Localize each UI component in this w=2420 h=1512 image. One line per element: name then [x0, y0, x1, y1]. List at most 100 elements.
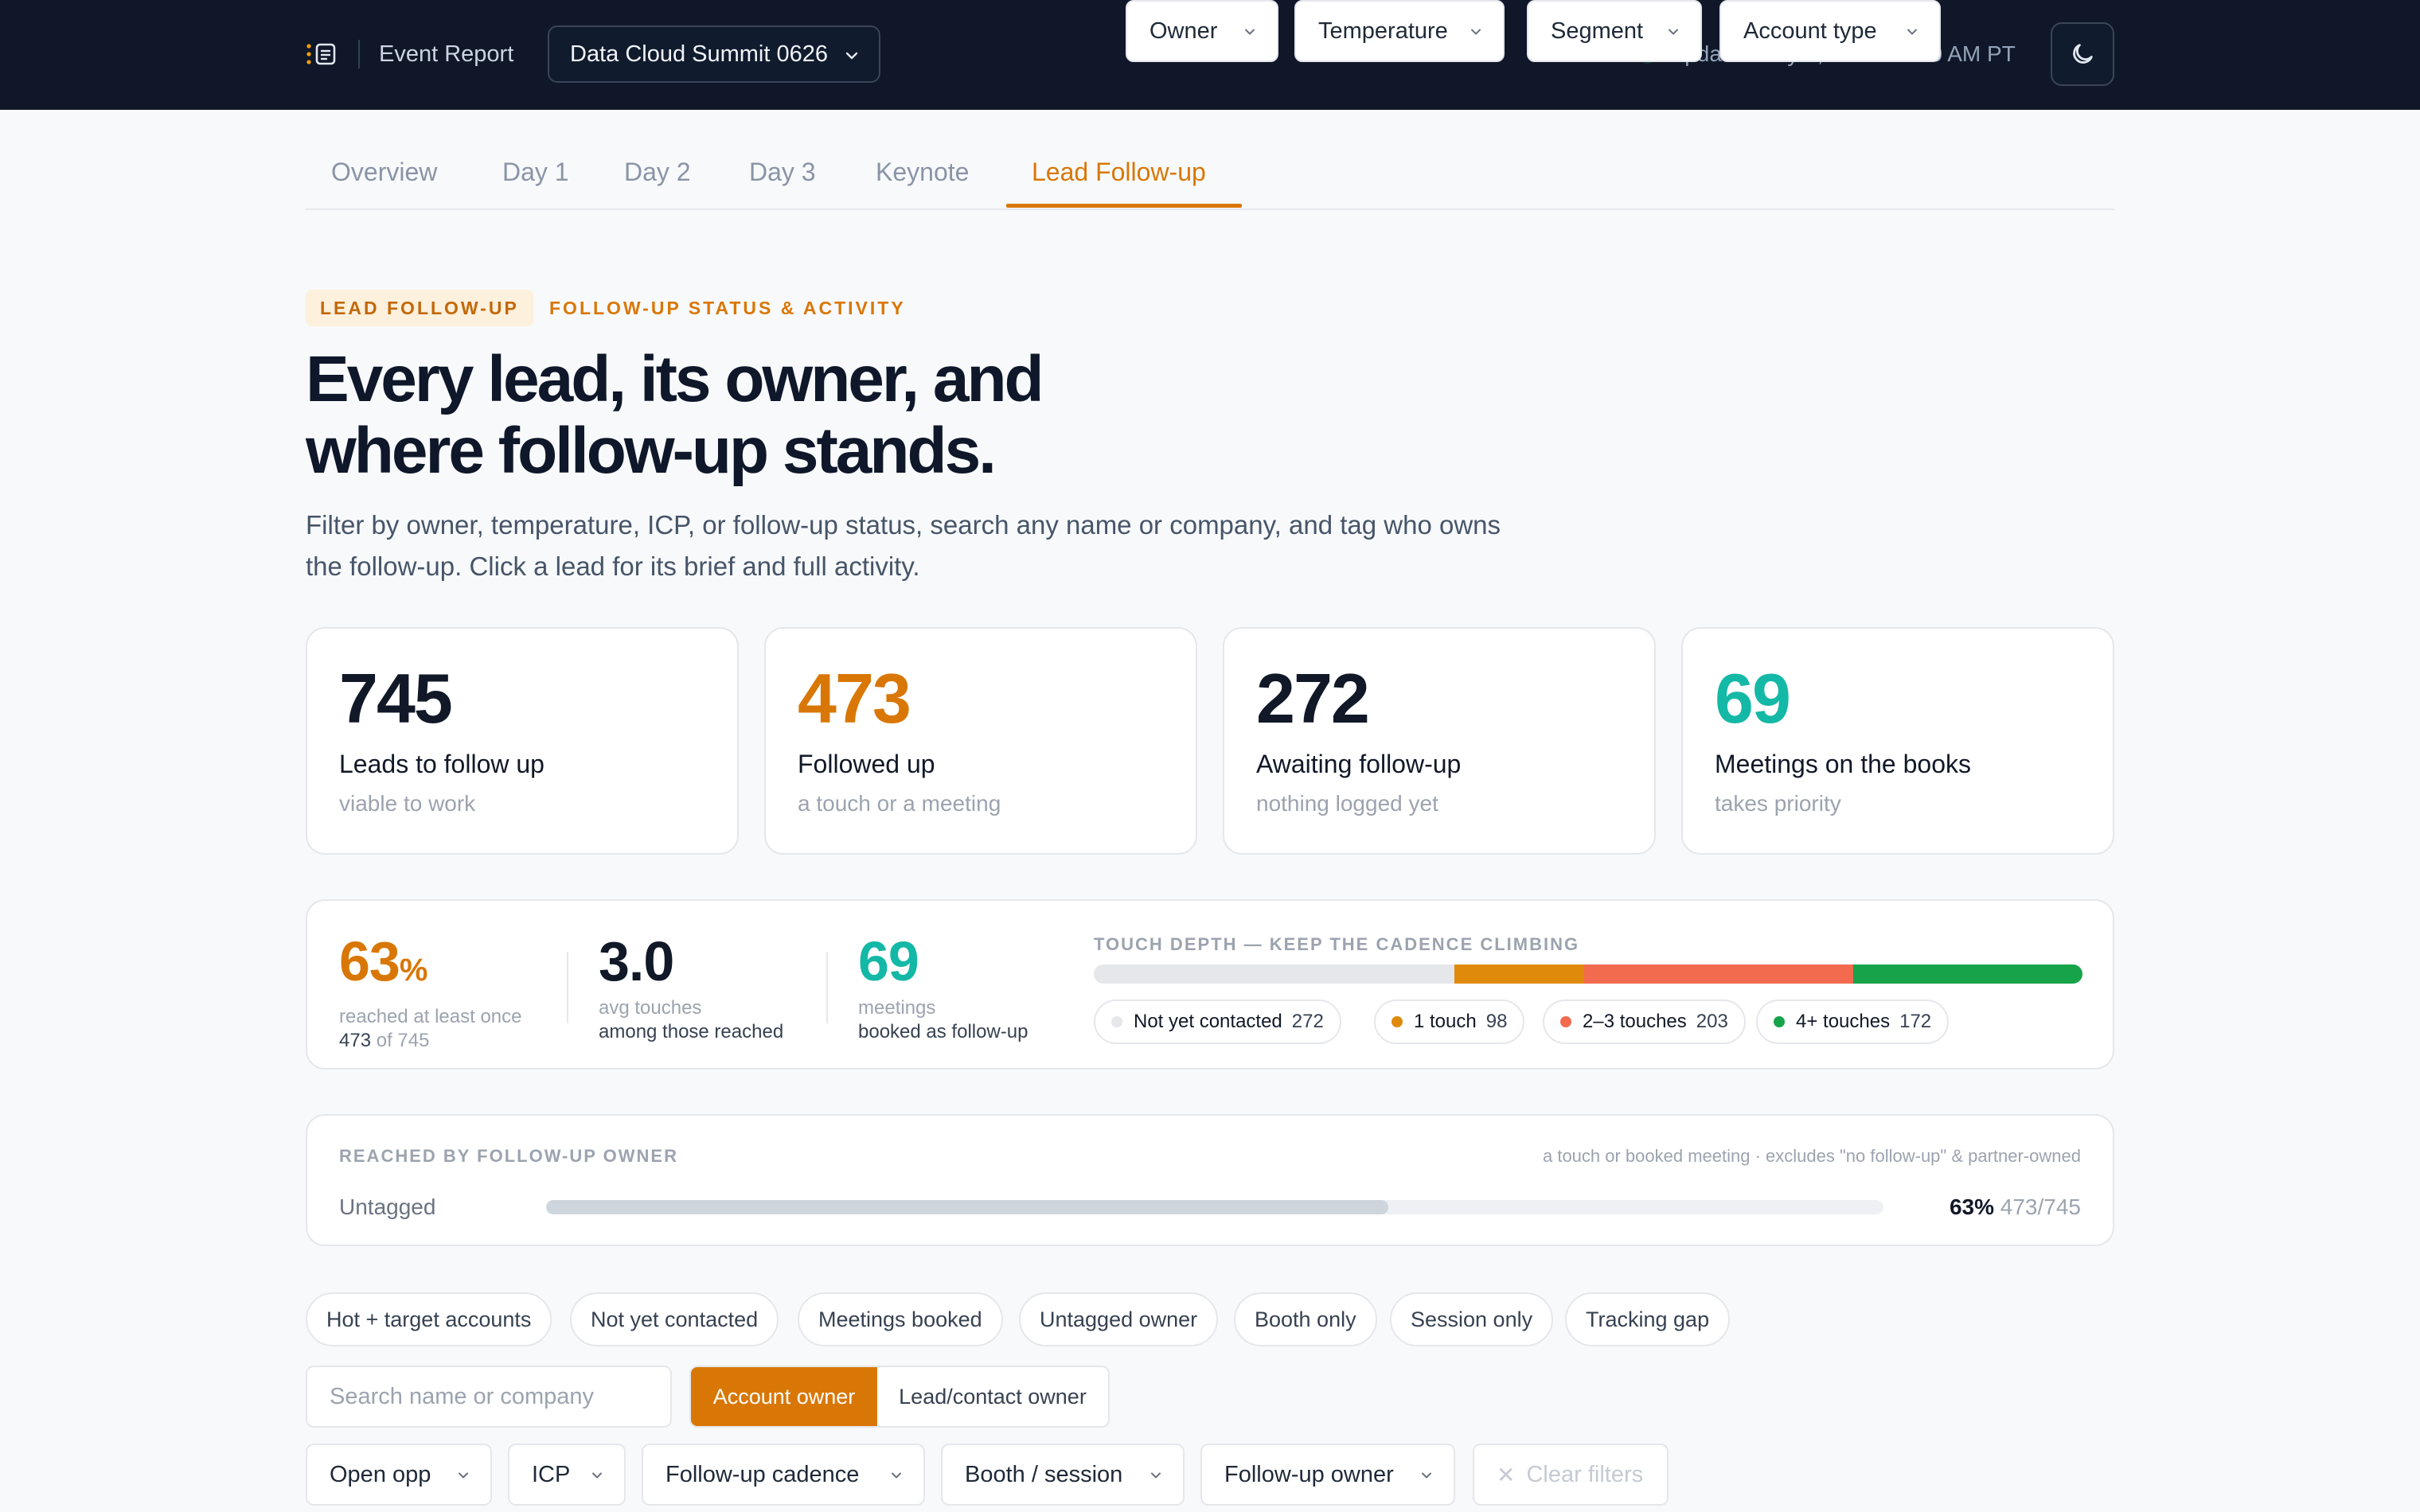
avg-touches-value: 3.0 — [599, 930, 674, 992]
chevron-down-icon — [1422, 1472, 1431, 1479]
page-title: Every lead, its owner, and where follow-… — [306, 343, 1044, 487]
tab-day-1[interactable]: Day 1 — [502, 154, 569, 189]
touch-chip-count: 203 — [1696, 1011, 1728, 1032]
owner-panel-title: REACHED BY FOLLOW-UP OWNER — [339, 1146, 678, 1166]
chevron-down-icon — [1669, 29, 1678, 35]
quick-filter-hot-target[interactable]: Hot + target accounts — [306, 1292, 552, 1346]
metric-caption-2: among those reached — [599, 1021, 784, 1042]
stat-value: 272 — [1256, 659, 1370, 738]
brand-divider — [358, 40, 360, 68]
dropdown-label: Account type — [1743, 18, 1877, 44]
touch-depth-segment — [1094, 964, 1454, 984]
chevron-down-icon — [592, 1472, 602, 1479]
stat-label: Meetings on the books — [1715, 750, 1971, 778]
touch-chip-not-contacted[interactable]: Not yet contacted 272 — [1094, 1000, 1341, 1044]
quick-filter-tracking-gap[interactable]: Tracking gap — [1565, 1292, 1731, 1346]
account-type-dropdown[interactable]: Account type — [1719, 0, 1941, 62]
legend-dot-icon — [1774, 1016, 1785, 1027]
toggle-lead-contact-owner[interactable]: Lead/contact owner — [877, 1367, 1108, 1426]
quick-filter-not-contacted[interactable]: Not yet contacted — [570, 1292, 779, 1346]
metric-divider — [567, 952, 568, 1023]
reached-count: 473 — [339, 1030, 372, 1051]
owner-progress-fill — [546, 1200, 1389, 1214]
touch-depth-segment — [1853, 964, 2082, 984]
tab-lead-follow-up[interactable]: Lead Follow-up — [1032, 154, 1206, 189]
dropdown-label: Segment — [1551, 18, 1644, 44]
legend-dot-icon — [1560, 1016, 1571, 1027]
quick-filter-untagged-owner[interactable]: Untagged owner — [1019, 1292, 1219, 1346]
chevron-down-icon — [845, 52, 858, 60]
owner-panel-note: a touch or booked meeting · excludes "no… — [1542, 1146, 2081, 1166]
stat-card-awaiting: 272 Awaiting follow-up nothing logged ye… — [1223, 627, 1656, 855]
meetings-value: 69 — [858, 930, 919, 992]
owner-row-count: 473/745 — [2000, 1194, 2081, 1219]
owner-row-label: Untagged — [339, 1194, 436, 1219]
touch-chip-label: 4+ touches — [1796, 1011, 1891, 1032]
event-select[interactable]: Data Cloud Summit 0626 — [548, 25, 880, 83]
chevron-down-icon — [1471, 29, 1481, 35]
reached-total: of 745 — [376, 1030, 430, 1051]
touch-depth-segment — [1454, 964, 1584, 984]
metric-caption: avg touches — [599, 997, 702, 1019]
quick-filter-booth-only[interactable]: Booth only — [1234, 1292, 1377, 1346]
tab-day-3[interactable]: Day 3 — [749, 154, 816, 189]
dropdown-label: Booth / session — [965, 1461, 1123, 1487]
stat-card-meetings: 69 Meetings on the books takes priority — [1681, 627, 2114, 855]
metric-caption: reached at least once — [339, 1006, 522, 1027]
dropdown-label: Owner — [1150, 18, 1218, 44]
touch-chip-4-plus[interactable]: 4+ touches 172 — [1756, 1000, 1950, 1044]
page-description: Filter by owner, temperature, ICP, or fo… — [306, 510, 1501, 581]
owner-dropdown[interactable]: Owner — [1126, 0, 1278, 62]
search-input[interactable] — [306, 1366, 672, 1428]
quick-filter-meetings-booked[interactable]: Meetings booked — [798, 1292, 1003, 1346]
touch-depth-segment — [1584, 964, 1853, 984]
touch-chip-count: 272 — [1291, 1011, 1324, 1032]
follow-up-summary-panel: 63% reached at least once 473 of 745 3.0… — [306, 899, 2114, 1070]
metric-divider — [826, 952, 828, 1023]
chevron-down-icon — [1245, 29, 1255, 35]
section-badge: LEAD FOLLOW-UP — [306, 290, 533, 326]
stat-label: Leads to follow up — [339, 750, 544, 778]
owner-progress-track — [546, 1200, 1883, 1214]
metric-caption-2: booked as follow-up — [858, 1021, 1028, 1042]
dropdown-label: Temperature — [1318, 18, 1448, 44]
quick-filter-session-only[interactable]: Session only — [1390, 1292, 1554, 1346]
touch-chip-2-3-touches[interactable]: 2–3 touches 203 — [1543, 1000, 1746, 1044]
dropdown-label: ICP — [532, 1461, 571, 1487]
follow-up-owner-dropdown[interactable]: Follow-up owner — [1200, 1444, 1455, 1506]
stat-value: 69 — [1715, 659, 1791, 738]
app-title: Event Report — [379, 41, 514, 67]
touch-chip-label: 1 touch — [1414, 1011, 1477, 1032]
clear-filters-label: Clear filters — [1526, 1461, 1644, 1487]
stat-label: Followed up — [798, 750, 935, 778]
touch-depth-bar — [1094, 964, 2082, 984]
tab-keynote[interactable]: Keynote — [876, 154, 969, 189]
booth-session-dropdown[interactable]: Booth / session — [941, 1444, 1185, 1506]
metric-caption: meetings — [858, 997, 936, 1019]
stat-label: Awaiting follow-up — [1256, 750, 1462, 778]
owner-row-percent: 63% — [1949, 1194, 1994, 1219]
chevron-down-icon — [1151, 1472, 1161, 1479]
owner-row-value: 63% 473/745 — [1950, 1192, 2081, 1222]
toggle-account-owner[interactable]: Account owner — [691, 1367, 877, 1426]
stat-value: 473 — [798, 659, 911, 738]
section-eyebrow: FOLLOW-UP STATUS & ACTIVITY — [549, 298, 906, 318]
report-list-icon — [306, 43, 336, 65]
tab-bar: Overview Day 1 Day 2 Day 3 Keynote Lead … — [306, 140, 2114, 210]
temperature-dropdown[interactable]: Temperature — [1294, 0, 1505, 62]
follow-up-cadence-dropdown[interactable]: Follow-up cadence — [642, 1444, 925, 1506]
touch-depth-title: TOUCH DEPTH — KEEP THE CADENCE CLIMBING — [1094, 934, 1580, 954]
stat-value: 745 — [339, 659, 453, 738]
touch-chip-1-touch[interactable]: 1 touch 98 — [1374, 1000, 1525, 1044]
segment-dropdown[interactable]: Segment — [1527, 0, 1702, 62]
chevron-down-icon — [459, 1472, 468, 1479]
icp-dropdown[interactable]: ICP — [508, 1444, 626, 1506]
tab-day-2[interactable]: Day 2 — [624, 154, 691, 189]
theme-toggle-button[interactable] — [2051, 22, 2114, 86]
tab-overview[interactable]: Overview — [331, 154, 437, 189]
open-opp-dropdown[interactable]: Open opp — [306, 1444, 492, 1506]
clear-filters-button[interactable]: ✕ Clear filters — [1473, 1444, 1669, 1506]
moon-icon — [2073, 44, 2093, 64]
dropdown-label: Open opp — [330, 1461, 431, 1487]
dropdown-label: Follow-up cadence — [666, 1461, 860, 1487]
